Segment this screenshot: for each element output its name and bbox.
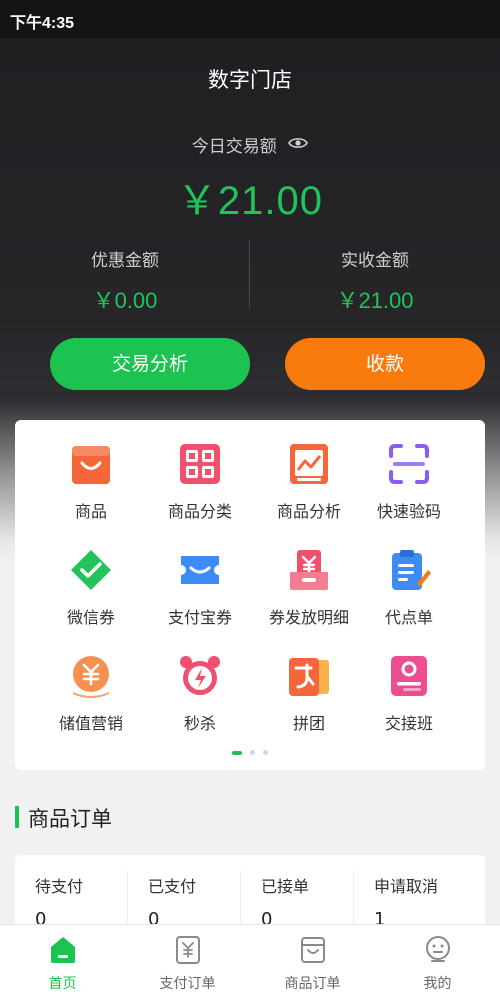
alipay-coupon-icon [178,548,222,592]
grid-item-label: 支付宝券 [167,608,232,627]
analysis-chart-icon [287,442,331,486]
grid-item-stored-value[interactable]: 储值营销 [32,654,150,734]
grid-item-label: 交接班 [384,714,433,733]
tab-label: 首页 [48,976,77,992]
grid-item-shift-handover[interactable]: 交接班 [350,654,468,734]
shift-handover-icon [387,654,431,698]
status-bar: 下午4:35 [0,0,500,38]
page-dot[interactable] [263,750,268,755]
goods-orders-title: 商品订单 [28,807,112,831]
grid-item-label: 商品分类 [167,502,232,521]
grid-item-goods[interactable]: 商品 [32,442,150,522]
order-status-paid[interactable]: 已支付 0 [128,873,238,930]
order-status-card: 待支付 0 已支付 0 已接单 0 申请取消 1 [15,855,485,935]
today-amount-header: 今日交易额 [0,132,500,157]
discount-amount: 优惠金额 ￥0.00 [0,246,250,315]
coupon-detail-icon [287,548,331,592]
shopping-bag-icon [69,442,113,486]
grid-item-wechat-coupon[interactable]: 微信券 [32,548,150,628]
order-status-label: 已接单 [261,877,310,896]
grid-item-flash-sale[interactable]: 秒杀 [141,654,259,734]
goods-order-icon [299,935,327,965]
collect-payment-button[interactable]: 收款 [285,338,485,390]
tab-profile[interactable]: 我的 [375,935,500,993]
grid-item-alipay-coupon[interactable]: 支付宝券 [141,548,259,628]
received-amount: 实收金额 ￥21.00 [250,246,500,315]
discount-value: ￥0.00 [92,288,158,313]
tab-goods-orders[interactable]: 商品订单 [250,935,375,993]
order-status-label: 待支付 [35,877,84,896]
grid-item-goods-category[interactable]: 商品分类 [141,442,259,522]
tab-home[interactable]: 首页 [0,935,125,993]
grid-item-label: 代点单 [384,608,433,627]
page-dot[interactable] [250,750,255,755]
grid-item-label: 储值营销 [58,714,123,733]
section-accent-bar [15,806,19,828]
bottom-tab-bar: 首页 支付订单 商品订单 我的 [0,924,500,1000]
received-value: ￥21.00 [336,288,414,313]
order-clipboard-icon [387,548,431,592]
order-status-pending-payment[interactable]: 待支付 0 [15,873,125,930]
page-title: 数字门店 [208,68,292,92]
tab-label: 支付订单 [159,976,216,992]
grid-item-label: 秒杀 [183,714,216,733]
scan-icon [387,442,431,486]
tab-label: 商品订单 [284,976,341,992]
tab-label: 我的 [423,976,452,992]
discount-label: 优惠金额 [91,251,159,271]
profile-icon [424,935,452,965]
home-icon [49,935,77,965]
grid-item-label: 快速验码 [376,502,441,521]
alarm-clock-icon [178,654,222,698]
wechat-coupon-icon [69,548,113,592]
received-label: 实收金额 [341,251,409,271]
grid-item-quick-verify[interactable]: 快速验码 [350,442,468,522]
order-status-cancel-request[interactable]: 申请取消 1 [354,873,464,930]
order-status-label: 已支付 [148,877,197,896]
order-status-accepted[interactable]: 已接单 0 [241,873,351,930]
today-amount-label: 今日交易额 [191,137,277,157]
transaction-analysis-button[interactable]: 交易分析 [50,338,250,390]
tab-payment-orders[interactable]: 支付订单 [125,935,250,993]
eye-icon[interactable] [288,135,309,155]
today-amount-value: ￥21.00 [176,179,324,223]
category-grid-icon [178,442,222,486]
grid-item-label: 微信券 [66,608,115,627]
status-time: 下午4:35 [10,15,75,32]
feature-grid: 商品 商品分类 商品分析 快速验码 微信券 支付宝券 券发放明细 代点单 储值营… [15,420,485,770]
group-buy-icon [287,654,331,698]
page-dot-active[interactable] [232,750,242,755]
grid-item-proxy-order[interactable]: 代点单 [350,548,468,628]
order-status-label: 申请取消 [374,877,439,896]
grid-item-label: 商品 [74,502,107,521]
grid-page-indicator [15,750,485,755]
stored-value-icon [69,654,113,698]
payment-order-icon [174,935,202,965]
